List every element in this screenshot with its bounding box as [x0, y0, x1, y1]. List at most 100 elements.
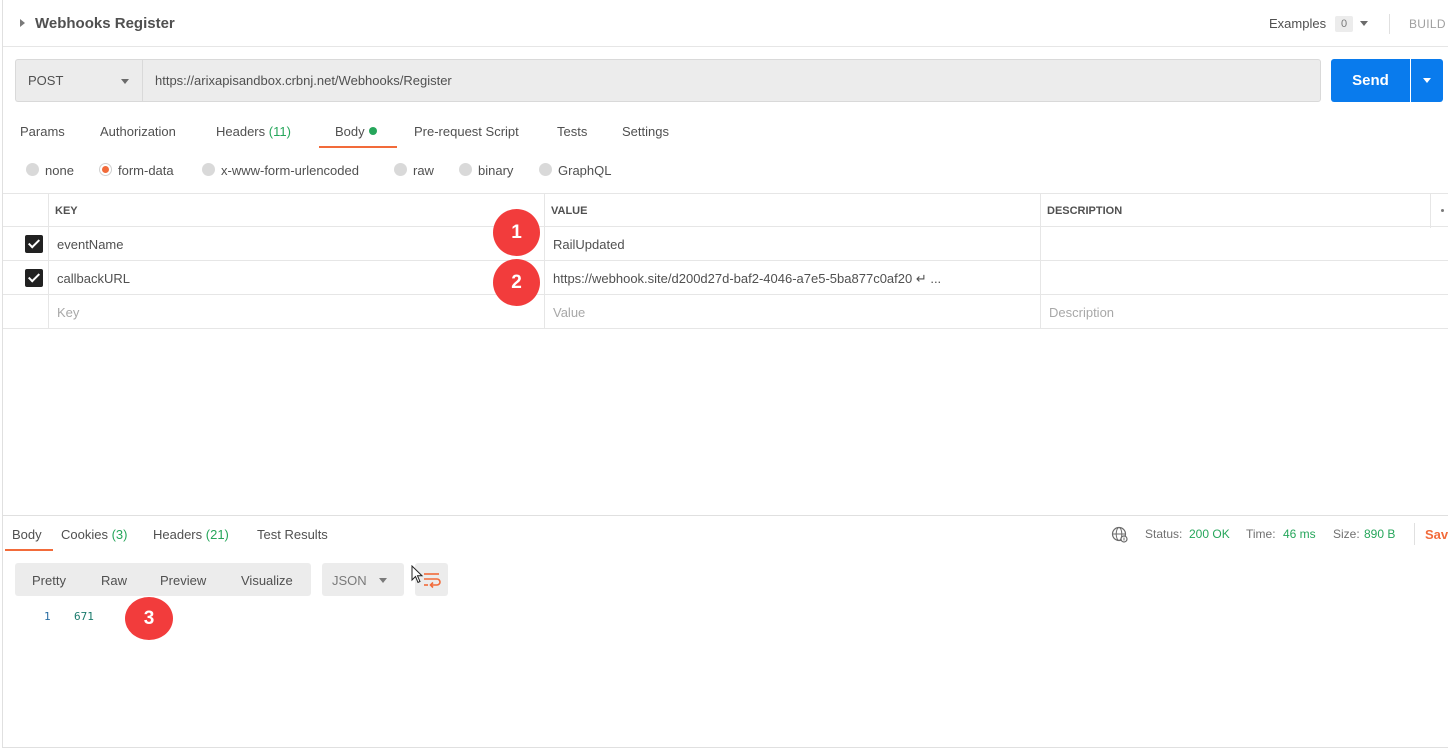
description-column-header: DESCRIPTION	[1040, 194, 1430, 228]
value-cell[interactable]: https://webhook.site/d200d27d-baf2-4046-…	[544, 261, 1040, 295]
key-value: eventName	[57, 237, 124, 252]
description-cell[interactable]	[1040, 227, 1448, 261]
time-label: Time:	[1246, 527, 1276, 541]
send-options-button[interactable]	[1411, 59, 1443, 102]
resp-tab-test-results[interactable]: Test Results	[257, 527, 328, 542]
body-active-dot	[368, 127, 377, 135]
chevron-down-icon	[1423, 78, 1431, 83]
value-value: https://webhook.site/d200d27d-baf2-4046-…	[553, 271, 942, 286]
description-input[interactable]: Description	[1040, 295, 1448, 329]
line-number: 1	[44, 610, 51, 623]
method-label: POST	[28, 73, 64, 88]
view-mode-group: Pretty Raw Preview Visualize	[15, 563, 311, 596]
key-cell[interactable]: callbackURL	[48, 261, 544, 295]
tab-headers-label: Headers	[216, 124, 266, 139]
view-visualize-button[interactable]: Visualize	[241, 573, 293, 588]
description-cell[interactable]	[1040, 261, 1448, 295]
radio-raw-label[interactable]: raw	[413, 163, 434, 178]
time-value[interactable]: 46 ms	[1283, 527, 1316, 541]
value-column-header: VALUE	[544, 194, 1040, 228]
method-select[interactable]: POST	[15, 59, 142, 102]
table-row: callbackURL https://webhook.site/d200d27…	[3, 261, 1448, 295]
annotation-marker-3: 3	[125, 597, 173, 640]
radio-form-data-label[interactable]: form-data	[118, 163, 174, 178]
build-mode-button[interactable]: BUILD	[1409, 17, 1446, 31]
radio-raw[interactable]	[394, 163, 407, 176]
tab-params[interactable]: Params	[20, 124, 65, 139]
key-cell[interactable]: eventName	[48, 227, 544, 261]
more-icon[interactable]	[1441, 209, 1444, 212]
value-input[interactable]: Value	[544, 295, 1040, 329]
value-placeholder: Value	[553, 305, 586, 320]
tab-pre-request-script[interactable]: Pre-request Script	[414, 124, 519, 139]
tab-authorization[interactable]: Authorization	[100, 124, 176, 139]
tab-tests[interactable]: Tests	[557, 124, 587, 139]
tab-body[interactable]: Body	[335, 124, 377, 139]
key-column-header: KEY	[48, 194, 544, 228]
save-response-button[interactable]: Sav	[1425, 527, 1448, 542]
tab-headers-count: (11)	[268, 124, 291, 139]
value-value: RailUpdated	[553, 237, 625, 252]
radio-none[interactable]	[26, 163, 39, 176]
radio-binary[interactable]	[459, 163, 472, 176]
status-label: Status:	[1145, 527, 1183, 541]
format-label: JSON	[332, 573, 367, 588]
resp-active-tab-indicator	[5, 549, 53, 551]
divider	[1389, 14, 1390, 34]
resp-tab-headers[interactable]: Headers (21)	[153, 527, 229, 542]
view-pretty-button[interactable]: Pretty	[32, 573, 66, 588]
url-value: https://arixapisandbox.crbnj.net/Webhook…	[155, 73, 452, 88]
radio-binary-label[interactable]: binary	[478, 163, 513, 178]
key-input[interactable]: Key	[48, 295, 544, 329]
row-checkbox[interactable]	[25, 269, 43, 287]
view-raw-button[interactable]: Raw	[101, 573, 127, 588]
status-value[interactable]: 200 OK	[1189, 527, 1230, 541]
chevron-down-icon	[379, 578, 387, 583]
radio-form-data[interactable]	[99, 163, 112, 176]
mouse-cursor-icon	[411, 565, 424, 584]
request-title[interactable]: Webhooks Register	[35, 15, 175, 32]
radio-graphql[interactable]	[539, 163, 552, 176]
examples-count-badge: 0	[1335, 16, 1353, 32]
table-row: eventName RailUpdated	[3, 227, 1448, 261]
response-divider	[3, 515, 1448, 516]
radio-x-www-form-urlencoded[interactable]	[202, 163, 215, 176]
table-row-new: Key Value Description	[3, 295, 1448, 329]
radio-graphql-label[interactable]: GraphQL	[558, 163, 611, 178]
resp-tab-cookies[interactable]: Cookies (3)	[61, 527, 127, 542]
description-placeholder: Description	[1049, 305, 1115, 320]
value-cell[interactable]: RailUpdated	[544, 227, 1040, 261]
size-value[interactable]: 890 B	[1364, 527, 1395, 541]
annotation-marker-2: 2	[493, 259, 540, 306]
radio-x-www-form-urlencoded-label[interactable]: x-www-form-urlencoded	[221, 163, 359, 178]
divider	[1414, 523, 1415, 545]
globe-icon[interactable]	[1111, 526, 1128, 543]
response-code-line[interactable]: 671	[74, 610, 94, 623]
tab-headers[interactable]: Headers (11)	[216, 124, 291, 139]
app-window: Webhooks Register Examples 0 BUILD POST …	[2, 0, 1448, 748]
key-value: callbackURL	[57, 271, 130, 286]
size-label: Size:	[1333, 527, 1360, 541]
row-checkbox[interactable]	[25, 235, 43, 253]
examples-label[interactable]: Examples	[1269, 16, 1326, 31]
send-button[interactable]: Send	[1331, 59, 1410, 102]
resp-tab-headers-label: Headers	[153, 527, 203, 542]
table-header-row: KEY VALUE DESCRIPTION	[3, 193, 1448, 228]
url-input[interactable]: https://arixapisandbox.crbnj.net/Webhook…	[142, 59, 1321, 102]
key-placeholder: Key	[57, 305, 80, 320]
tab-settings[interactable]: Settings	[622, 124, 669, 139]
resp-tab-cookies-count: (3)	[111, 527, 128, 542]
active-tab-indicator	[319, 146, 397, 148]
description-header-label: DESCRIPTION	[1047, 205, 1123, 217]
view-preview-button[interactable]: Preview	[160, 573, 206, 588]
radio-none-label[interactable]: none	[45, 163, 74, 178]
resp-tab-body[interactable]: Body	[12, 527, 42, 542]
caret-right-icon[interactable]	[20, 19, 25, 27]
resp-tab-headers-count: (21)	[205, 527, 229, 542]
format-select[interactable]: JSON	[322, 563, 404, 596]
chevron-down-icon	[121, 79, 129, 84]
value-header-label: VALUE	[551, 205, 588, 217]
table-options[interactable]	[1430, 194, 1448, 228]
request-header: Webhooks Register Examples 0 BUILD	[3, 0, 1448, 47]
chevron-down-icon[interactable]	[1360, 21, 1368, 26]
